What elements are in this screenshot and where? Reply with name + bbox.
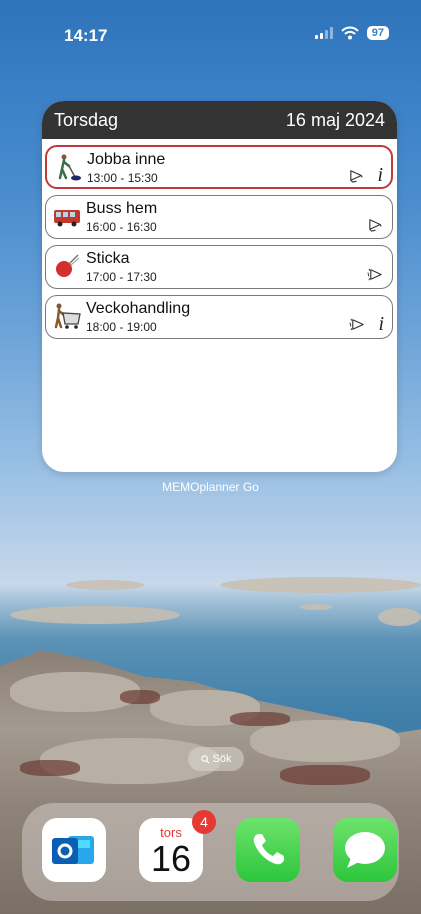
alarm-bell-icon	[350, 170, 363, 183]
bus-icon	[54, 210, 80, 227]
rock	[250, 720, 400, 762]
info-icon: i	[377, 164, 383, 186]
search-icon	[200, 754, 210, 764]
activity-time: 17:00 - 17:30	[86, 270, 157, 284]
activity-title: Veckohandling	[86, 300, 191, 317]
activity-time: 16:00 - 16:30	[86, 220, 157, 234]
vacuum-cleaning-icon	[58, 154, 81, 181]
status-time: 14:17	[64, 26, 108, 45]
search-button[interactable]: Sök	[188, 747, 244, 771]
status-indicators: 97	[314, 26, 389, 40]
vibrating-alarm-icon	[367, 268, 382, 281]
activity-item-sticka[interactable]: Sticka 17:00 - 17:30	[45, 245, 393, 289]
rock	[10, 672, 140, 712]
cellular-signal-icon	[314, 27, 333, 39]
activity-title: Buss hem	[86, 200, 158, 217]
island	[378, 608, 421, 626]
island	[220, 577, 421, 593]
calendar-date: 16	[150, 838, 192, 879]
phone-app-icon[interactable]	[236, 818, 300, 882]
outlook-app-icon[interactable]	[42, 818, 106, 882]
widget-date: 16 maj 2024	[285, 109, 385, 130]
activity-item-veckohandling[interactable]: Veckohandling 18:00 - 19:00 i	[45, 295, 393, 339]
message-bubble-icon	[345, 832, 385, 868]
info-icon: i	[378, 313, 384, 335]
alarm-bell-icon	[369, 219, 382, 232]
knitting-yarn-icon	[56, 254, 80, 277]
memoplanner-widget[interactable]: Torsdag 16 maj 2024 Jobba inne 13:00 - 1…	[42, 101, 397, 472]
vibrating-alarm-icon	[349, 318, 364, 331]
activity-title: Sticka	[86, 250, 130, 267]
battery-indicator: 97	[366, 26, 389, 40]
island	[66, 580, 144, 590]
activity-item-jobba-inne[interactable]: Jobba inne 13:00 - 15:30 i	[45, 145, 393, 189]
widget-app-label: MEMOplanner Go	[162, 480, 259, 494]
phone-icon	[253, 834, 284, 865]
island	[10, 606, 180, 624]
home-screen: 14:17 97 Torsdag 16 maj 2024 Jobba inne	[0, 0, 421, 914]
widget-header: Torsdag 16 maj 2024	[42, 101, 397, 139]
activity-item-buss-hem[interactable]: Buss hem 16:00 - 16:30	[45, 195, 393, 239]
island	[300, 604, 332, 610]
activity-time: 18:00 - 19:00	[86, 320, 157, 334]
heather	[20, 760, 80, 776]
outlook-icon	[52, 836, 94, 864]
heather	[280, 765, 370, 785]
activity-title: Jobba inne	[87, 151, 166, 168]
shopping-cart-icon	[54, 303, 81, 329]
calendar-notification-badge: 4	[192, 810, 216, 834]
heather	[230, 712, 290, 726]
search-label: Sök	[212, 753, 232, 765]
messages-app-icon[interactable]	[333, 818, 397, 882]
wifi-icon	[341, 26, 359, 40]
heather	[120, 690, 160, 704]
widget-day: Torsdag	[54, 109, 119, 130]
activity-time: 13:00 - 15:30	[87, 171, 158, 185]
